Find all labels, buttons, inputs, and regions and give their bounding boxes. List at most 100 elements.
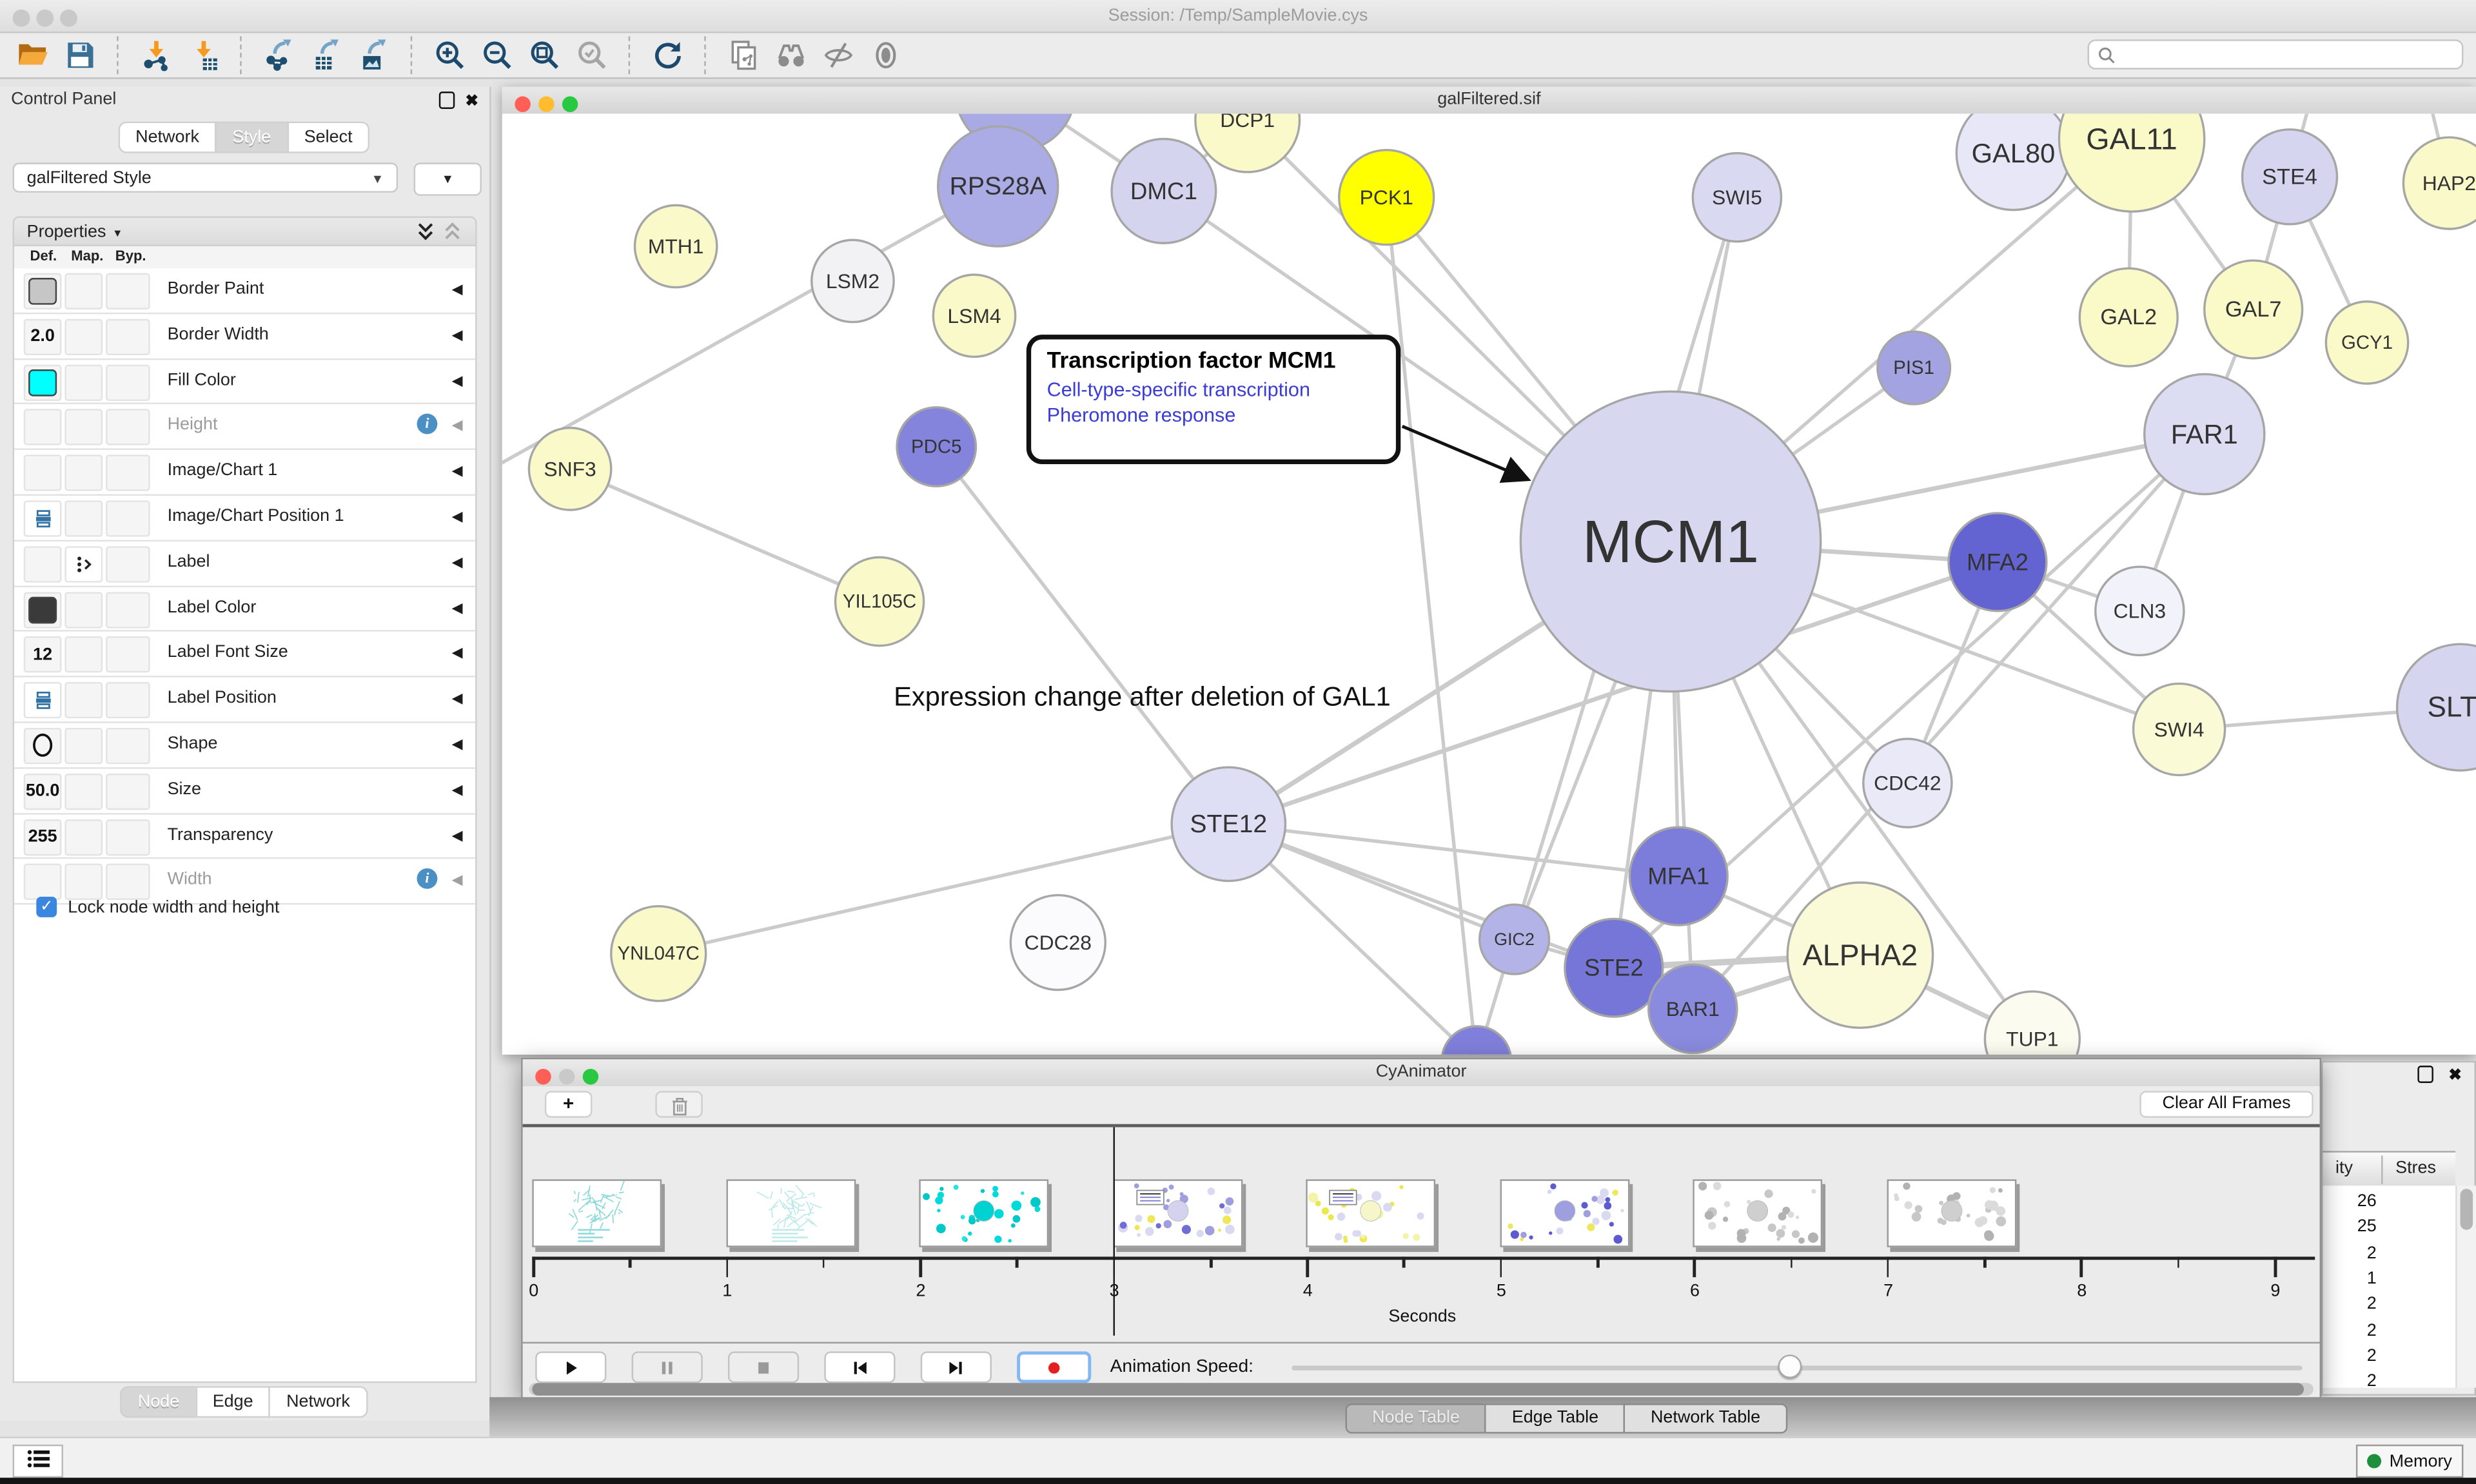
frame-thumbnail-2s[interactable] <box>919 1179 1049 1247</box>
mapping-cell[interactable] <box>64 819 103 855</box>
annotation-link[interactable]: Cell-type-specific transcription <box>1047 379 1380 401</box>
refresh-layout-button[interactable] <box>651 38 685 73</box>
mapping-cell[interactable] <box>64 318 103 355</box>
bypass-cell[interactable] <box>106 773 150 809</box>
mapping-cell[interactable] <box>64 273 103 309</box>
results-column-stres[interactable]: Stres <box>2395 1159 2436 1178</box>
mapping-cell[interactable] <box>64 773 103 809</box>
default-value-cell[interactable]: 50.0 <box>24 773 62 809</box>
bypass-cell[interactable] <box>106 364 150 400</box>
speed-slider-thumb[interactable] <box>1778 1354 1802 1378</box>
clear-all-frames-button[interactable]: Clear All Frames <box>2139 1091 2313 1118</box>
expand-property-icon[interactable]: ◀ <box>452 417 463 434</box>
search-input[interactable] <box>2122 43 2444 65</box>
network-node-cdc42[interactable]: CDC42 <box>1863 739 1952 827</box>
zoom-selected-button[interactable] <box>575 38 609 73</box>
network-node-mfa2[interactable]: MFA2 <box>1949 513 2047 611</box>
bypass-cell[interactable] <box>106 318 150 355</box>
cyanimator-titlebar[interactable]: CyAnimator <box>523 1059 2320 1088</box>
play-button[interactable] <box>535 1351 606 1383</box>
properties-header[interactable]: Properties ▾ <box>13 217 477 247</box>
frame-thumbnail-7s[interactable] <box>1887 1179 2016 1247</box>
bypass-cell[interactable] <box>106 819 150 855</box>
network-node-mcm1[interactable]: MCM1 <box>1520 391 1820 691</box>
network-node-gal11[interactable]: GAL11 <box>2059 113 2204 211</box>
bypass-cell[interactable] <box>106 591 150 627</box>
network-node-pdc5[interactable]: PDC5 <box>897 407 976 486</box>
mapping-cell[interactable] <box>64 409 103 445</box>
network-node-rps28a[interactable]: RPS28A <box>938 126 1058 246</box>
save-session-button[interactable] <box>63 38 98 73</box>
import-network-button[interactable] <box>139 38 174 73</box>
expand-property-icon[interactable]: ◀ <box>452 645 463 662</box>
network-node-hap2[interactable]: HAP2 <box>2403 137 2476 229</box>
bypass-cell[interactable] <box>106 546 150 582</box>
network-node-far1[interactable]: FAR1 <box>2145 374 2265 494</box>
style-options-button[interactable]: ▼ <box>414 162 482 195</box>
style-target-tab-network[interactable]: Network <box>269 1386 368 1418</box>
bypass-cell[interactable] <box>106 864 150 900</box>
bypass-cell[interactable] <box>106 409 150 445</box>
checkbox-checked-icon[interactable]: ✓ <box>36 897 57 917</box>
expand-property-icon[interactable]: ◀ <box>452 372 463 389</box>
tab-select[interactable]: Select <box>287 122 370 153</box>
results-table-header[interactable]: ityStres <box>2323 1151 2455 1189</box>
network-window-titlebar[interactable]: galFiltered.sif <box>502 87 2476 115</box>
default-value-cell[interactable] <box>24 546 62 582</box>
network-node-swi5[interactable]: SWI5 <box>1693 153 1781 242</box>
default-value-cell[interactable]: 12 <box>24 637 62 673</box>
tab-style[interactable]: Style <box>215 122 288 153</box>
task-history-button[interactable] <box>13 1445 63 1478</box>
expand-property-icon[interactable]: ◀ <box>452 509 463 526</box>
default-value-cell[interactable] <box>24 273 62 309</box>
skip-end-button[interactable] <box>921 1351 992 1383</box>
network-node-bar1[interactable]: BAR1 <box>1649 964 1737 1053</box>
float-results-icon[interactable] <box>2417 1066 2433 1088</box>
results-scrollbar[interactable] <box>2455 1186 2476 1387</box>
pause-button[interactable] <box>632 1351 703 1383</box>
network-node-pis1[interactable]: PIS1 <box>1878 331 1950 404</box>
info-icon[interactable]: i <box>417 869 438 890</box>
timeline-scrollbar[interactable] <box>529 1383 2313 1396</box>
expand-property-icon[interactable]: ◀ <box>452 326 463 344</box>
info-icon[interactable]: i <box>417 415 438 435</box>
tab-network[interactable]: Network <box>118 122 217 153</box>
frames-timeline[interactable]: 0123456789Seconds <box>523 1128 2320 1342</box>
network-node-mfa1[interactable]: MFA1 <box>1629 827 1727 925</box>
network-canvas[interactable]: MTH1LSM2LSM4RPS28ADMC1DCP1PCK1SWI5GAL80G… <box>502 113 2476 1055</box>
default-value-cell[interactable] <box>24 500 62 536</box>
memory-button[interactable]: Memory <box>2356 1445 2464 1478</box>
network-node-pck1[interactable]: PCK1 <box>1339 150 1434 245</box>
mapping-cell[interactable] <box>64 728 103 764</box>
bypass-cell[interactable] <box>106 728 150 764</box>
show-all-button[interactable] <box>869 38 903 73</box>
minimize-window-icon[interactable] <box>36 10 54 27</box>
network-node-gic2[interactable]: GIC2 <box>1480 904 1549 974</box>
network-node-lsm4[interactable]: LSM4 <box>933 275 1015 356</box>
close-window-icon[interactable] <box>13 10 30 27</box>
default-value-cell[interactable] <box>24 728 62 764</box>
bypass-cell[interactable] <box>106 682 150 718</box>
style-selector[interactable]: galFiltered Style ▼ <box>13 162 398 193</box>
network-node-slt2[interactable]: SLT2 <box>2397 644 2476 770</box>
frame-thumbnail-6s[interactable] <box>1693 1179 1823 1247</box>
hide-selected-button[interactable] <box>821 38 856 73</box>
network-node-snf3[interactable]: SNF3 <box>529 428 611 510</box>
default-value-cell[interactable] <box>24 409 62 445</box>
expand-property-icon[interactable]: ◀ <box>452 872 463 890</box>
tab-edge-table[interactable]: Edge Table <box>1485 1403 1626 1434</box>
add-frame-button[interactable]: + <box>545 1091 592 1118</box>
network-node-gcy1[interactable]: GCY1 <box>2326 302 2408 384</box>
column-divider[interactable] <box>2381 1156 2383 1184</box>
default-value-cell[interactable]: 2.0 <box>24 318 62 355</box>
expand-property-icon[interactable]: ◀ <box>452 554 463 571</box>
zoom-in-button[interactable] <box>433 38 467 73</box>
network-node-alpha2[interactable]: ALPHA2 <box>1787 883 1932 1028</box>
default-value-cell[interactable]: 255 <box>24 819 62 855</box>
frame-thumbnail-1s[interactable] <box>725 1179 855 1247</box>
network-node-dmc1[interactable]: DMC1 <box>1112 139 1216 244</box>
network-node-cln3[interactable]: CLN3 <box>2096 567 2184 655</box>
skip-start-button[interactable] <box>824 1351 895 1383</box>
mapping-cell[interactable] <box>64 500 103 536</box>
stop-button[interactable] <box>728 1351 799 1383</box>
